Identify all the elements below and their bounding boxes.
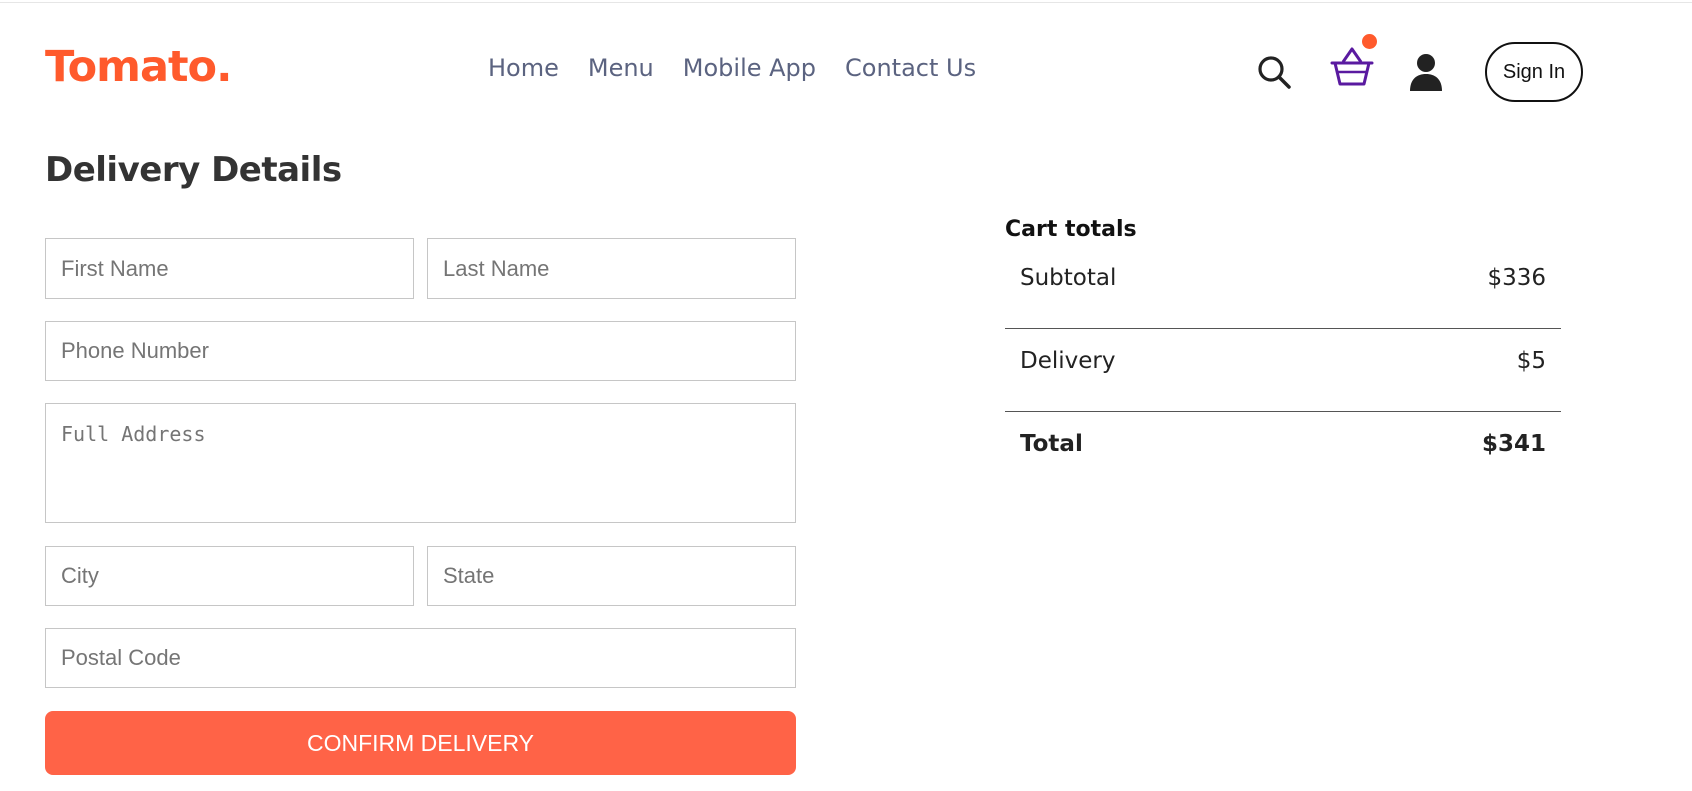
city-field[interactable] [45, 546, 414, 606]
subtotal-value: $336 [1487, 265, 1546, 291]
total-value: $341 [1481, 431, 1546, 457]
delivery-fee-value: $5 [1516, 348, 1546, 374]
brand-logo[interactable]: Tomato. [45, 42, 232, 92]
confirm-delivery-button[interactable]: CONFIRM DELIVERY [45, 711, 796, 775]
cart-badge-dot [1362, 34, 1377, 49]
nav-item-mobile-app[interactable]: Mobile App [683, 54, 816, 82]
subtotal-row: Subtotal $336 [1020, 265, 1546, 291]
cart-totals-title: Cart totals [1005, 217, 1137, 242]
sign-in-button[interactable]: Sign In [1485, 42, 1583, 102]
phone-number-field[interactable] [45, 321, 796, 381]
delivery-fee-row: Delivery $5 [1020, 348, 1546, 374]
delivery-fee-label: Delivery [1020, 348, 1116, 374]
user-icon[interactable] [1408, 52, 1444, 92]
nav-item-home[interactable]: Home [488, 54, 559, 82]
page-title: Delivery Details [45, 150, 342, 190]
cart-divider [1005, 411, 1561, 412]
nav-item-contact-us[interactable]: Contact Us [845, 54, 976, 82]
state-field[interactable] [427, 546, 796, 606]
subtotal-label: Subtotal [1020, 265, 1117, 291]
total-row: Total $341 [1020, 431, 1546, 457]
total-label: Total [1020, 431, 1083, 457]
main-nav: Home Menu Mobile App Contact Us [488, 54, 976, 82]
nav-item-menu[interactable]: Menu [588, 54, 654, 82]
last-name-field[interactable] [427, 238, 796, 299]
first-name-field[interactable] [45, 238, 414, 299]
basket-icon[interactable] [1330, 46, 1374, 88]
cart-divider [1005, 328, 1561, 329]
top-border [0, 0, 1692, 3]
search-icon[interactable] [1256, 54, 1292, 90]
full-address-field[interactable] [45, 403, 796, 523]
postal-code-field[interactable] [45, 628, 796, 688]
